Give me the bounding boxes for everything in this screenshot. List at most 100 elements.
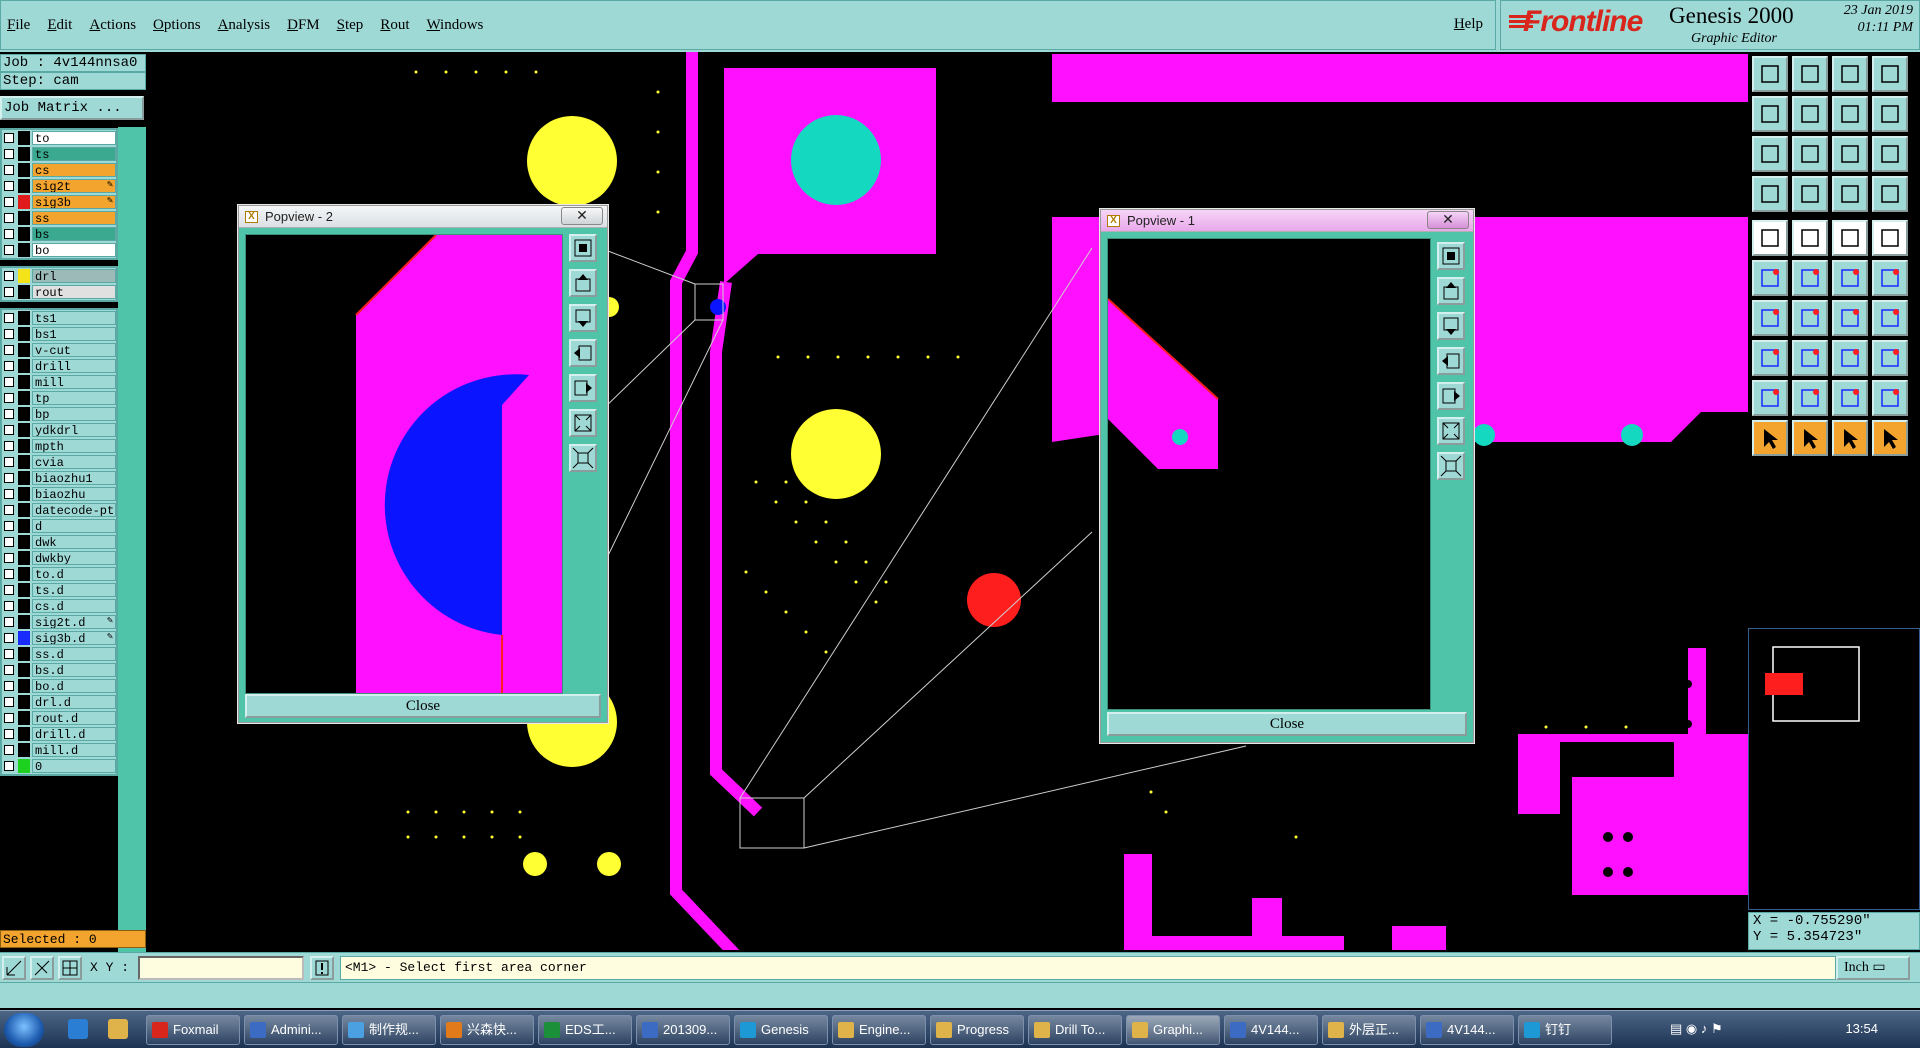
layer-name[interactable]: rout [32,285,116,299]
taskbar-item[interactable]: 201309... [636,1015,730,1045]
layer-name[interactable]: ts.d [32,583,116,597]
drill-map-icon[interactable] [1832,176,1868,212]
layer-checkbox[interactable] [4,489,14,499]
layer-name[interactable]: sig2t.d ✎ [32,615,116,629]
layer-color-swatch[interactable] [18,695,30,709]
pointer3-icon[interactable] [1832,420,1868,456]
center-icon[interactable] [1792,136,1828,172]
layer-color-swatch[interactable] [18,663,30,677]
layer-color-swatch[interactable] [18,179,30,193]
ie-icon[interactable] [68,1019,88,1039]
layer-checkbox[interactable] [4,393,14,403]
taskbar-item[interactable]: Graphi... [1126,1015,1220,1045]
triangle3-icon[interactable] [1832,380,1868,416]
layer-name[interactable]: ts1 [32,311,116,325]
taskbar-item[interactable]: 兴森快... [440,1015,534,1045]
menu-analysis[interactable]: Analysis [218,17,271,34]
layer-name[interactable]: dwkby [32,551,116,565]
layer-name[interactable]: bo [32,243,116,257]
layer-color-swatch[interactable] [18,343,30,357]
layer-color-swatch[interactable] [18,311,30,325]
grid-icon[interactable] [58,956,82,980]
layer-color-swatch[interactable] [18,759,30,773]
layer-checkbox[interactable] [4,313,14,323]
layer-row-datecode-pt[interactable]: datecode-pt [2,502,116,518]
layer-color-swatch[interactable] [18,195,30,209]
layer-row-tp[interactable]: tp [2,390,116,406]
layer-name[interactable]: cs.d [32,599,116,613]
layer-row-ss.d[interactable]: ss.d [2,646,116,662]
layer-row-d[interactable]: d [2,518,116,534]
layer-name[interactable]: sig3b ✎ [32,195,116,209]
layer-color-swatch[interactable] [18,285,30,299]
window-icon[interactable] [1872,56,1908,92]
layer-row-mill.d[interactable]: mill.d [2,742,116,758]
taskbar-item[interactable]: 制作规... [342,1015,436,1045]
layer-name[interactable]: datecode-pt [32,503,116,517]
taskbar-item[interactable]: 4V144... [1224,1015,1318,1045]
layer-row-ts[interactable]: ts [2,146,116,162]
popview-2-close-button[interactable]: Close [245,694,601,718]
pan-left-icon[interactable] [569,339,597,367]
layer-checkbox[interactable] [4,229,14,239]
layer-row-bs[interactable]: bs [2,226,116,242]
menu-actions[interactable]: Actions [89,17,136,34]
layer-checkbox[interactable] [4,617,14,627]
taskbar-item[interactable]: Drill To... [1028,1015,1122,1045]
xy-input[interactable] [138,956,304,980]
zoom-out-icon[interactable] [569,444,597,472]
layer-color-swatch[interactable] [18,269,30,283]
layer-name[interactable]: sig2t ✎ [32,179,116,193]
start-button[interactable] [4,1013,44,1047]
layer-row-biaozhu[interactable]: biaozhu [2,486,116,502]
node-icon[interactable] [1752,260,1788,296]
step-icon[interactable] [1872,96,1908,132]
layer-name[interactable]: to [32,131,116,145]
layer-checkbox[interactable] [4,329,14,339]
layer-name[interactable]: dwk [32,535,116,549]
arrow-right-icon[interactable] [1792,96,1828,132]
layer-row-dwkby[interactable]: dwkby [2,550,116,566]
layer-name[interactable]: bs.d [32,663,116,677]
tray-icon[interactable]: ▤ ◉ ♪ ⚑ [1670,1021,1723,1036]
layer-row-v-cut[interactable]: v-cut [2,342,116,358]
layer-row-drill[interactable]: drill [2,358,116,374]
layer-row-to.d[interactable]: to.d [2,566,116,582]
layer-checkbox[interactable] [4,633,14,643]
layer-color-swatch[interactable] [18,487,30,501]
select-box-icon[interactable] [1752,340,1788,376]
layer-checkbox[interactable] [4,521,14,531]
angle-icon[interactable] [1752,300,1788,336]
layer-color-swatch[interactable] [18,599,30,613]
layer-checkbox[interactable] [4,665,14,675]
taskbar-item[interactable]: Genesis [734,1015,828,1045]
popview-1-close-button[interactable]: Close [1107,712,1467,736]
layer-color-swatch[interactable] [18,519,30,533]
layer-name[interactable]: tp [32,391,116,405]
layer-color-swatch[interactable] [18,407,30,421]
zoom-fit-icon[interactable] [1437,242,1465,270]
taskbar-item[interactable]: Foxmail [146,1015,240,1045]
layer-name[interactable]: ts [32,147,116,161]
layer-name[interactable]: cs [32,163,116,177]
menu-file[interactable]: File [7,17,30,34]
layer-checkbox[interactable] [4,165,14,175]
layer-color-swatch[interactable] [18,567,30,581]
layer-name[interactable]: v-cut [32,343,116,357]
layer-color-swatch[interactable] [18,359,30,373]
layer-name[interactable]: mill [32,375,116,389]
layer-row-bs1[interactable]: bs1 [2,326,116,342]
popview-2-titlebar[interactable]: X Popview - 2 ✕ [239,206,607,228]
layer-row-cs.d[interactable]: cs.d [2,598,116,614]
layer-checkbox[interactable] [4,761,14,771]
snap-icon[interactable] [2,956,26,980]
layer-checkbox[interactable] [4,271,14,281]
layer-name[interactable]: mill.d [32,743,116,757]
layer-checkbox[interactable] [4,505,14,515]
draw-icon[interactable] [1792,300,1828,336]
popview-2-close-x-button[interactable]: ✕ [561,207,603,225]
layer-color-swatch[interactable] [18,583,30,597]
layer-color-swatch[interactable] [18,327,30,341]
layer-checkbox[interactable] [4,409,14,419]
layer-color-swatch[interactable] [18,727,30,741]
